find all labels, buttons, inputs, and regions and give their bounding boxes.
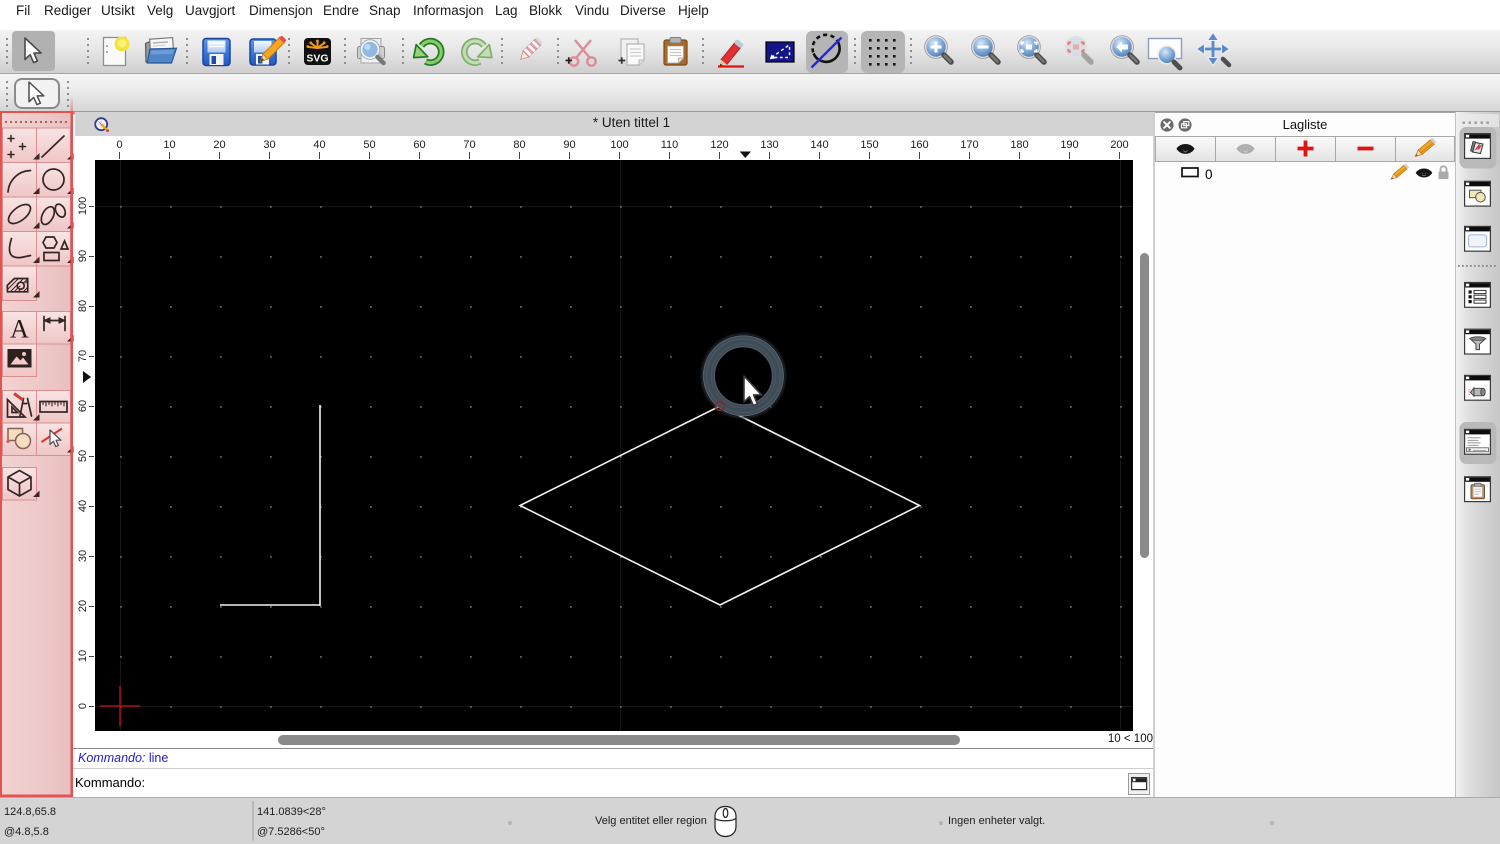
svg-text:80: 80 [77, 300, 89, 312]
svg-text:A: A [10, 315, 29, 344]
svg-text:40: 40 [313, 139, 325, 151]
svg-text:SVG: SVG [306, 53, 328, 65]
svg-text:30: 30 [263, 139, 275, 151]
svg-text:160: 160 [910, 139, 928, 151]
svg-text:60: 60 [413, 139, 425, 151]
svg-text:20: 20 [77, 600, 89, 612]
svg-text:170: 170 [960, 139, 978, 151]
svg-text:150: 150 [860, 139, 878, 151]
svg-text:180: 180 [1010, 139, 1028, 151]
svg-text:50: 50 [77, 450, 89, 462]
svg-text:100: 100 [610, 139, 628, 151]
svg-text:60: 60 [77, 400, 89, 412]
svg-text:200: 200 [1110, 139, 1128, 151]
svg-text:0: 0 [77, 703, 89, 709]
svg-text:10: 10 [163, 139, 175, 151]
svg-text:30: 30 [77, 550, 89, 562]
svg-text:80: 80 [513, 139, 525, 151]
svg-text:0: 0 [116, 139, 122, 151]
svg-text:90: 90 [77, 250, 89, 262]
svg-text:110: 110 [661, 139, 679, 151]
svg-text:130: 130 [760, 139, 778, 151]
svg-text:50: 50 [363, 139, 375, 151]
svg-text:70: 70 [77, 350, 89, 362]
svg-text:90: 90 [563, 139, 575, 151]
svg-text:140: 140 [810, 139, 828, 151]
svg-text:10: 10 [77, 650, 89, 662]
svg-text:40: 40 [77, 500, 89, 512]
svg-text:100: 100 [77, 197, 89, 215]
svg-text:190: 190 [1060, 139, 1078, 151]
svg-text:20: 20 [213, 139, 225, 151]
svg-text:120: 120 [710, 139, 728, 151]
svg-text:70: 70 [463, 139, 475, 151]
